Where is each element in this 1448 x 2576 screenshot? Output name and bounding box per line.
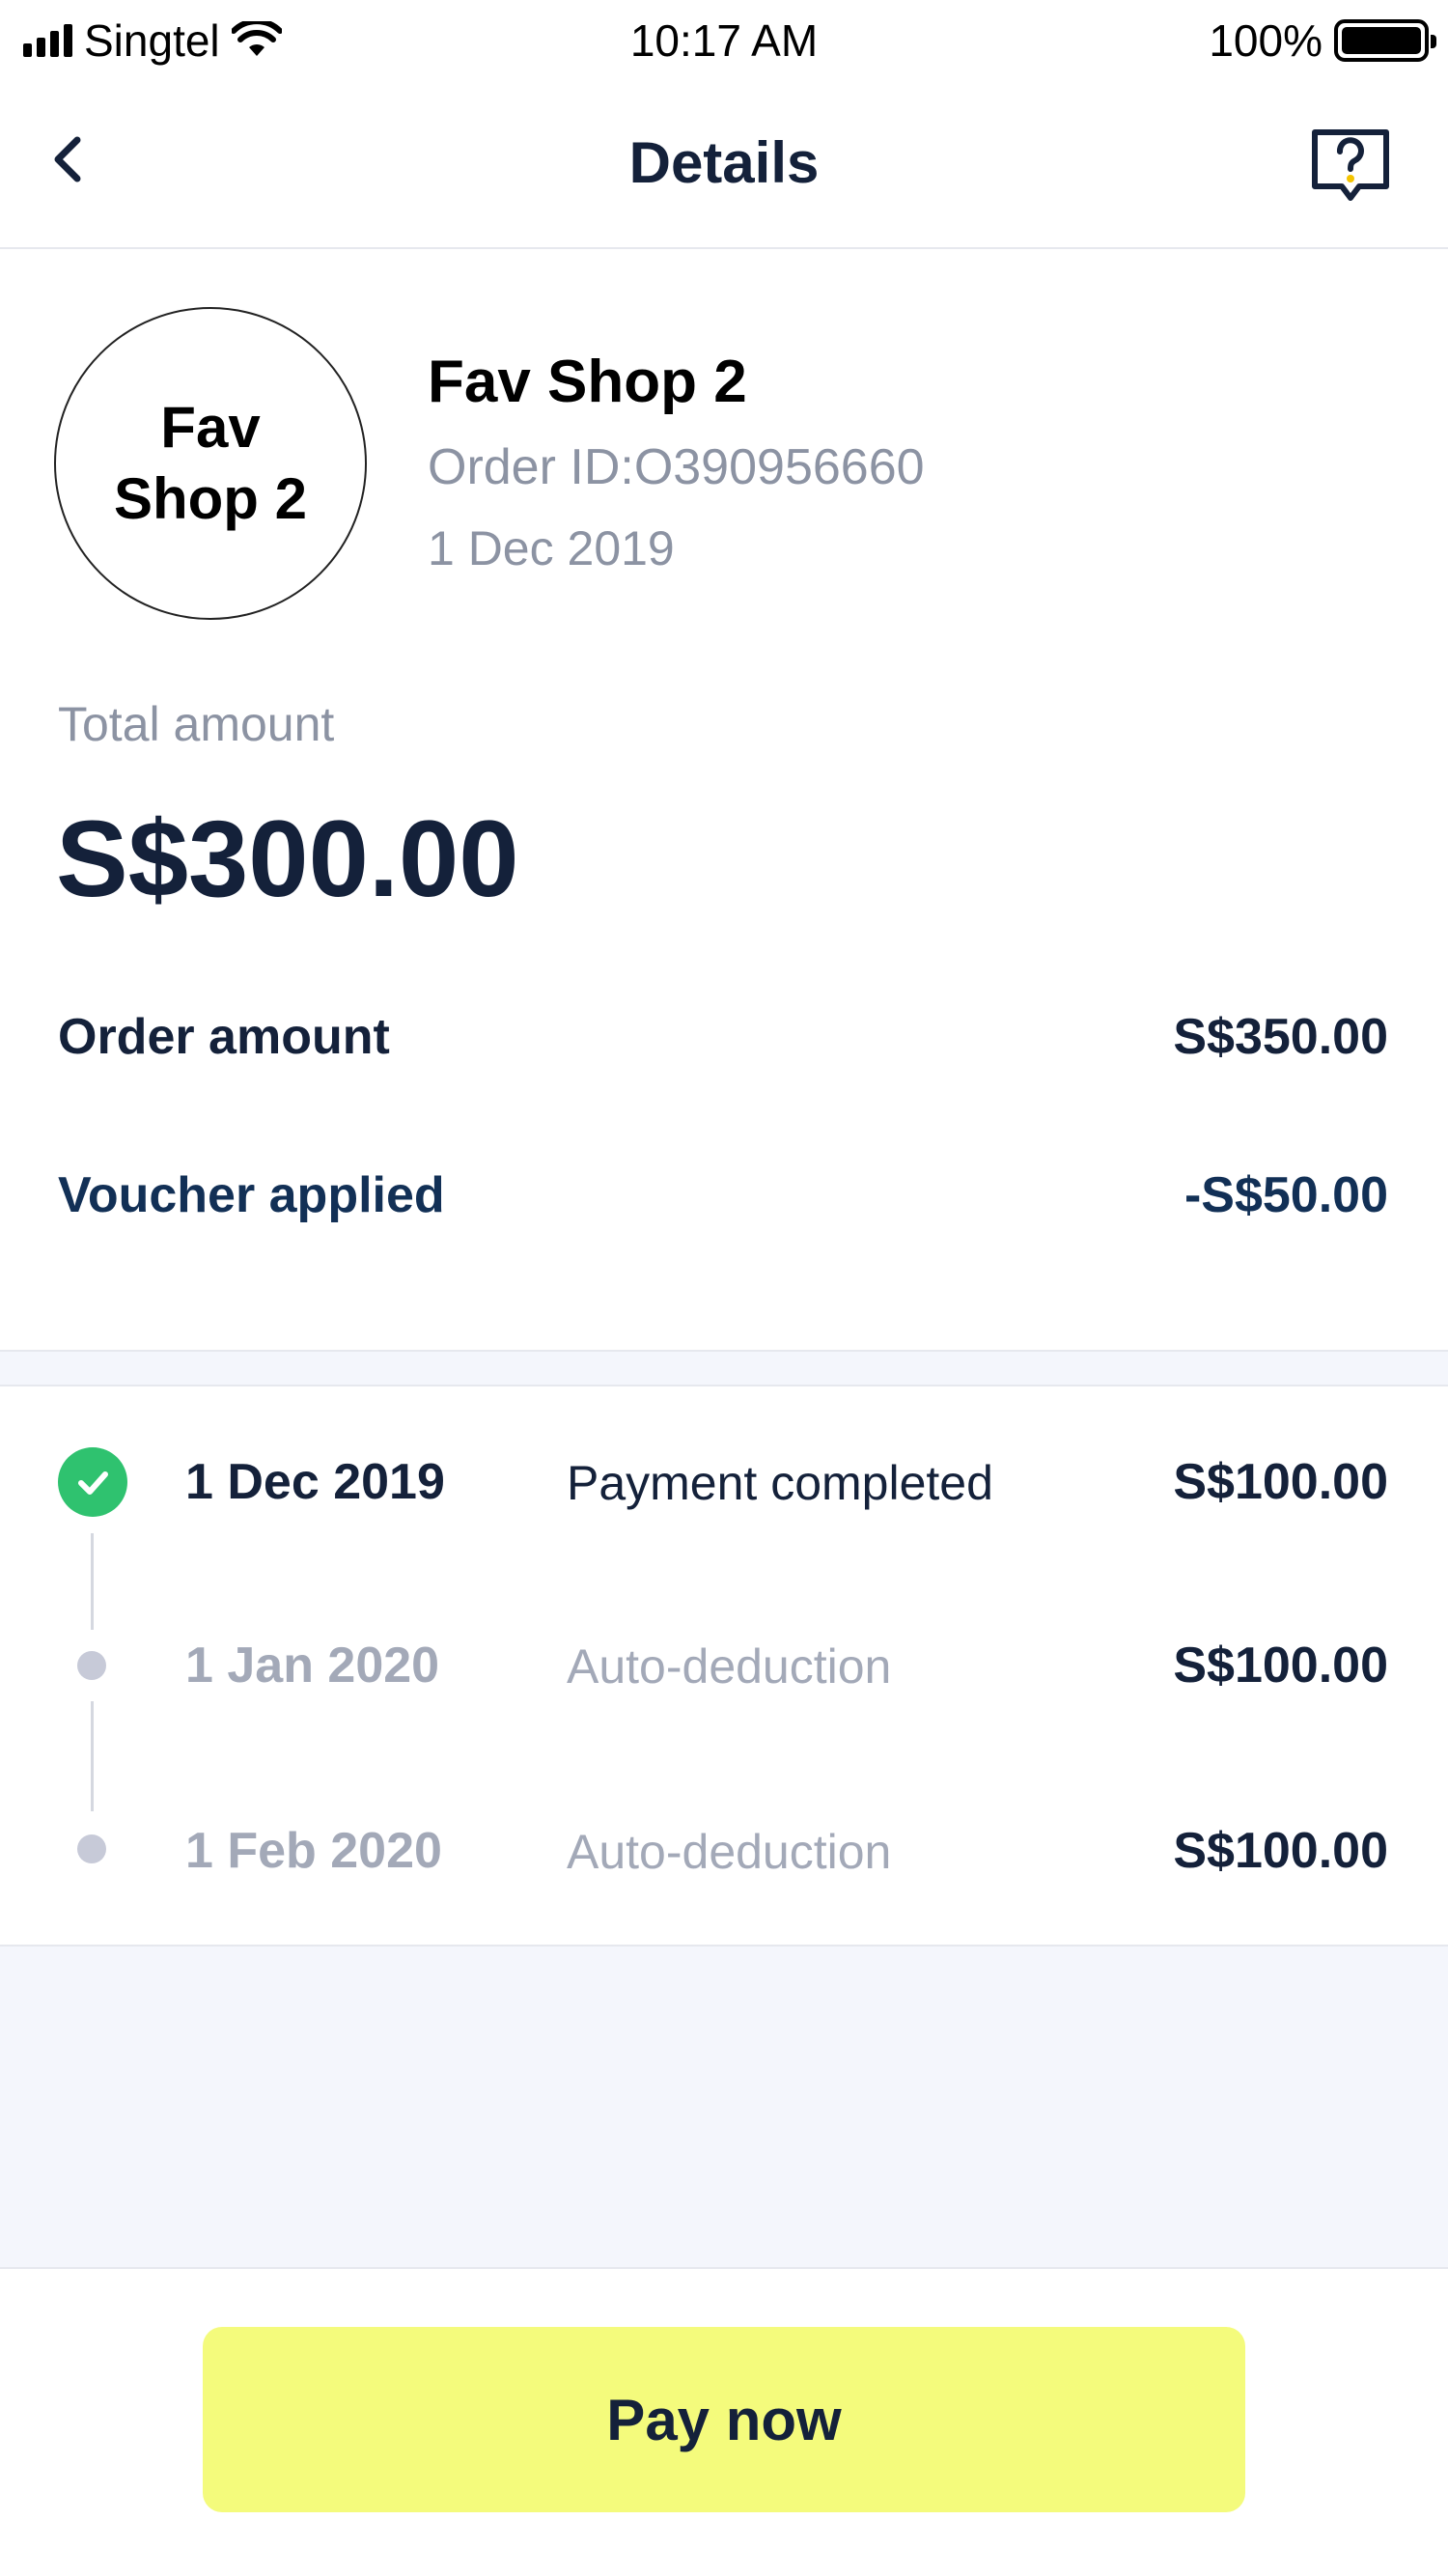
timeline-description: Auto-deduction <box>567 1639 892 1694</box>
battery-icon <box>1334 19 1436 62</box>
timeline-amount: S$100.00 <box>1173 1823 1388 1879</box>
help-button[interactable] <box>1307 123 1394 210</box>
timeline-description: Payment completed <box>567 1456 993 1510</box>
merchant-name: Fav Shop 2 <box>428 349 747 415</box>
order-amount-value: S$350.00 <box>1173 1009 1388 1065</box>
total-amount-label: Total amount <box>58 697 335 751</box>
timeline-date: 1 Jan 2020 <box>185 1638 440 1694</box>
timeline-description: Auto-deduction <box>567 1825 892 1879</box>
total-amount-value: S$300.00 <box>56 798 519 919</box>
order-amount-label: Order amount <box>58 1009 390 1065</box>
timeline-date: 1 Feb 2020 <box>185 1823 442 1879</box>
payment-timeline: 1 Dec 2019 Payment completed S$100.00 1 … <box>0 1386 1448 1946</box>
voucher-applied-value: -S$50.00 <box>1183 1167 1388 1223</box>
pay-now-button[interactable]: Pay now <box>203 2327 1245 2512</box>
order-id: Order ID:O390956660 <box>428 439 925 495</box>
timeline-amount: S$100.00 <box>1173 1454 1388 1510</box>
timeline-date: 1 Dec 2019 <box>185 1454 445 1510</box>
empty-background-area <box>0 1945 1448 2269</box>
timeline-connector <box>91 1533 94 1630</box>
status-bar: Singtel 10:17 AM 100% <box>0 0 1448 82</box>
timeline-amount: S$100.00 <box>1173 1638 1388 1694</box>
status-right: 100% <box>1209 14 1436 68</box>
section-divider <box>0 1350 1448 1386</box>
timeline-connector <box>91 1701 94 1811</box>
merchant-logo: Fav Shop 2 <box>54 307 367 620</box>
check-circle-icon <box>58 1447 127 1517</box>
help-chat-icon <box>1312 129 1389 201</box>
merchant-logo-text: Fav Shop 2 <box>113 395 307 531</box>
page-title: Details <box>628 130 820 195</box>
pending-dot-icon <box>77 1834 106 1863</box>
battery-percentage: 100% <box>1209 15 1323 66</box>
pending-dot-icon <box>77 1651 106 1680</box>
nav-bar: Details <box>0 82 1448 249</box>
order-date: 1 Dec 2019 <box>428 521 675 575</box>
voucher-applied-label: Voucher applied <box>58 1167 445 1223</box>
